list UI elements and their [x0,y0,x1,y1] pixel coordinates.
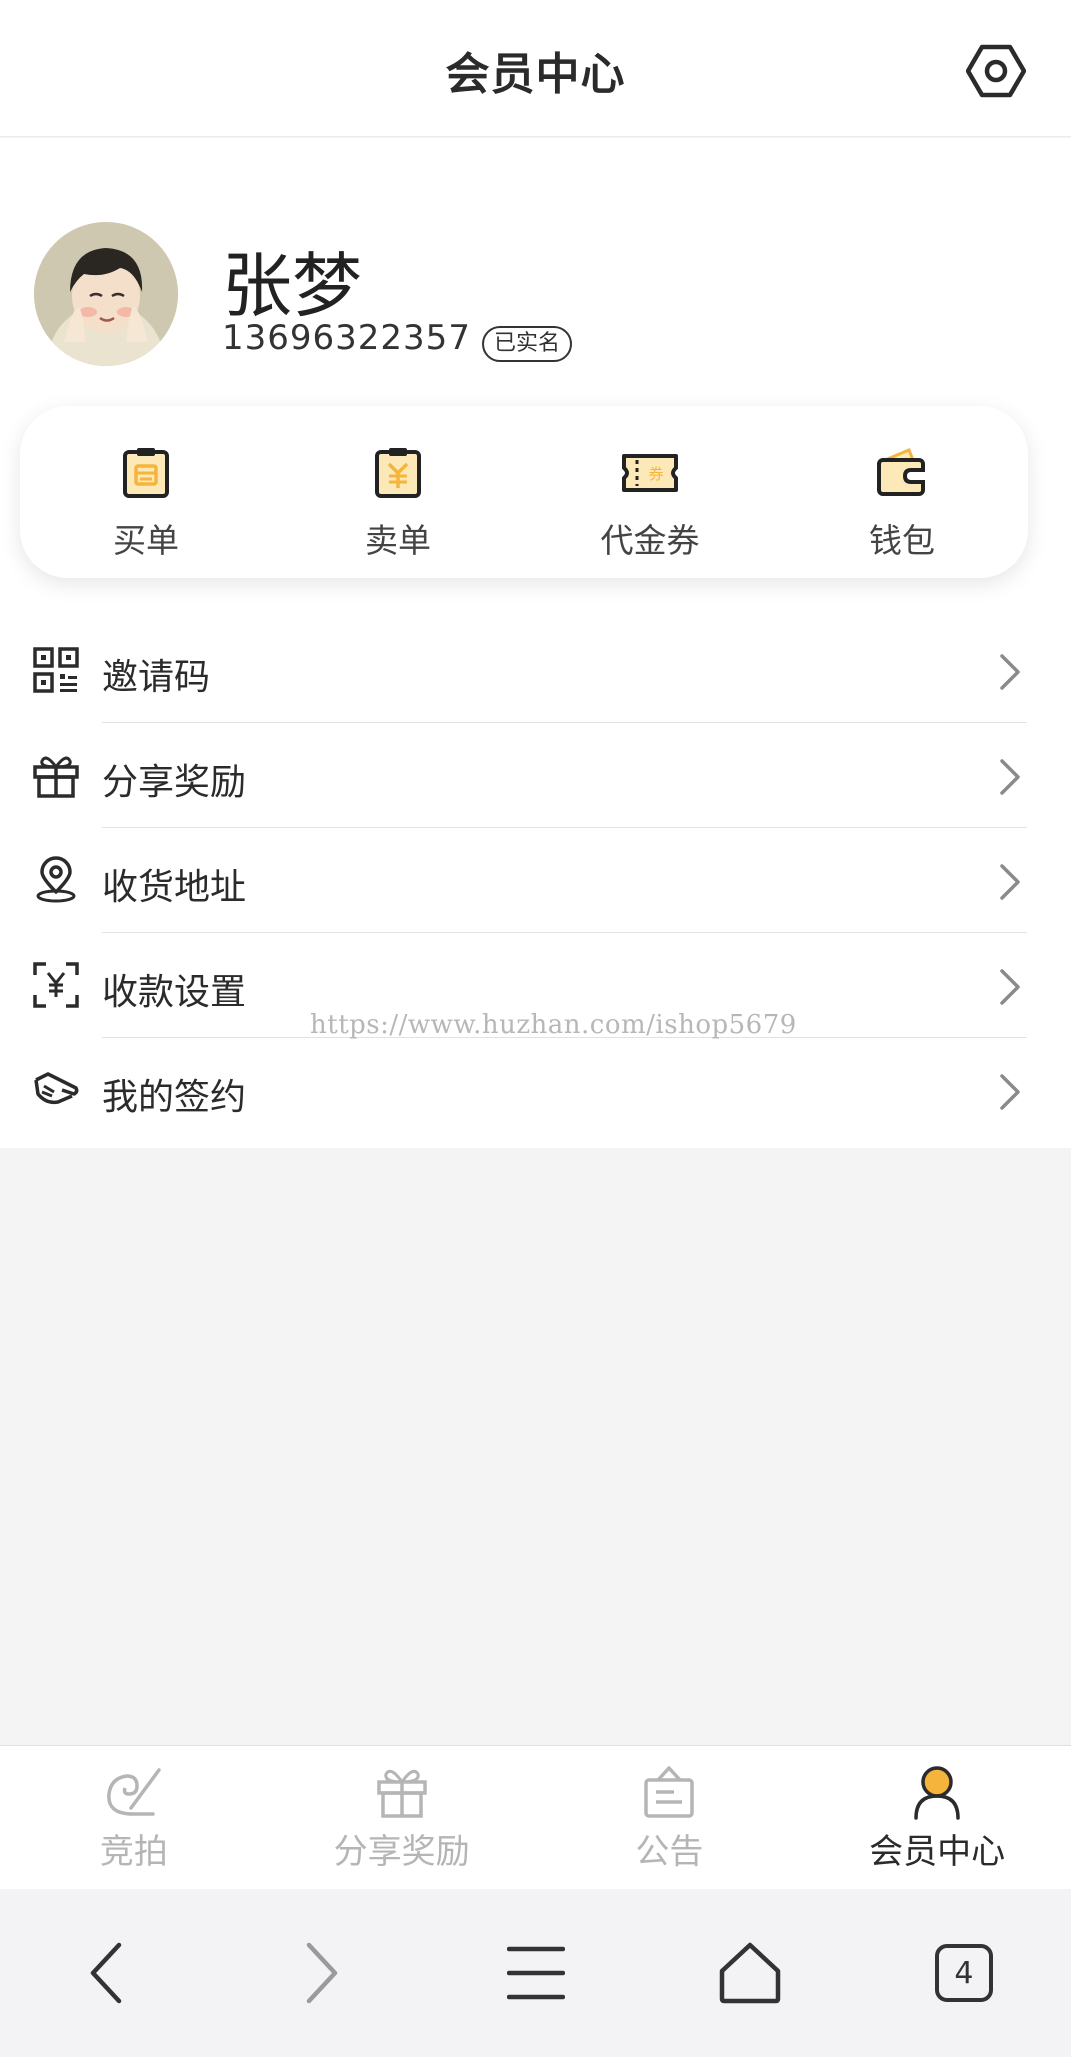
menu-item-label: 收货地址 [102,867,247,908]
chevron-left-icon [90,1942,122,2004]
tabs-count: 4 [934,1944,993,2002]
svg-text:券: 券 [648,465,663,483]
menu-item-shipping-address[interactable]: 收货地址 [0,828,1071,933]
bottom-tab-bar: 竞拍 分享奖励 公告 会员中心 [0,1745,1071,1889]
verified-badge: 已实名 [482,326,573,362]
tab-notice[interactable]: 公告 [536,1746,804,1889]
tab-label: 竞拍 [99,1832,168,1872]
content-area: 张梦 13696322357 已实名 买单 卖单 券 代金券 钱包 邀请码 分享… [0,138,1071,1148]
qr-code-icon [33,647,79,693]
top-header: 会员中心 [0,0,1071,137]
tab-auction[interactable]: 竞拍 [0,1746,268,1889]
browser-nav-bar: 4 [0,1889,1071,2057]
gift-icon [33,756,79,798]
sign-hand-icon [34,1072,79,1105]
avatar[interactable] [34,222,178,366]
tab-label: 分享奖励 [333,1832,470,1872]
menu-item-my-contracts[interactable]: 我的签约 [0,1038,1071,1143]
menu-item-label: 我的签约 [102,1077,247,1118]
menu-item-label: 分享奖励 [102,762,247,803]
quick-action-label: 卖单 [365,521,431,560]
quick-action-sell-order[interactable]: 卖单 [272,406,524,578]
quick-action-buy-order[interactable]: 买单 [20,406,272,578]
member-icon [914,1766,960,1820]
home-icon [719,1942,780,2004]
location-pin-icon [36,856,76,903]
auction-icon [107,1768,161,1816]
buy-order-icon [123,448,169,498]
gift-icon [376,1769,427,1818]
tabs-button[interactable]: 4 [857,1944,1071,2002]
avatar-image [34,222,178,366]
menu-item-label: 邀请码 [102,657,211,698]
back-button[interactable] [0,1941,214,2005]
user-name: 张梦 [222,245,362,327]
tab-label: 会员中心 [869,1832,1006,1872]
chevron-right-icon [1000,1074,1020,1110]
payment-scan-icon [33,962,79,1008]
quick-action-label: 代金券 [600,521,700,560]
quick-action-wallet[interactable]: 钱包 [776,406,1028,578]
settings-button[interactable] [964,41,1028,101]
wallet-icon [877,448,925,496]
user-phone: 13696322357 [222,318,471,358]
chevron-right-icon [307,1942,338,2004]
member-center-page: 会员中心 张梦 13696322357 已实名 买单 卖单 券 代金券 钱包 邀… [0,0,1071,2057]
quick-action-voucher[interactable]: 券 代金券 [524,406,776,578]
chevron-right-icon [1000,759,1020,795]
sell-order-icon [375,448,421,498]
menu-lines-icon [506,1946,565,2000]
forward-button[interactable] [214,1941,428,2005]
quick-action-label: 钱包 [869,521,935,560]
chevron-right-icon [1000,969,1020,1005]
tab-label: 公告 [635,1832,704,1872]
quick-action-label: 买单 [113,521,179,560]
notice-icon [644,1766,695,1818]
watermark: https://www.huzhan.com/ishop5679 [310,1010,797,1040]
menu-item-label: 收款设置 [102,972,247,1013]
chevron-right-icon [1000,864,1020,900]
menu-button[interactable] [428,1943,642,2003]
home-button[interactable] [643,1941,857,2005]
settings-hexagon-icon [966,44,1026,98]
page-title: 会员中心 [445,49,626,100]
voucher-icon: 券 [622,454,678,492]
chevron-right-icon [1000,654,1020,690]
tab-share-reward[interactable]: 分享奖励 [268,1746,536,1889]
menu-item-invite-code[interactable]: 邀请码 [0,618,1071,723]
quick-actions-card: 买单 卖单 券 代金券 钱包 [20,406,1028,578]
menu-list: 邀请码 分享奖励 收货地址 收款设置 我的签约 [0,618,1071,1143]
menu-item-share-reward[interactable]: 分享奖励 [0,723,1071,828]
tab-member-center[interactable]: 会员中心 [803,1746,1071,1889]
